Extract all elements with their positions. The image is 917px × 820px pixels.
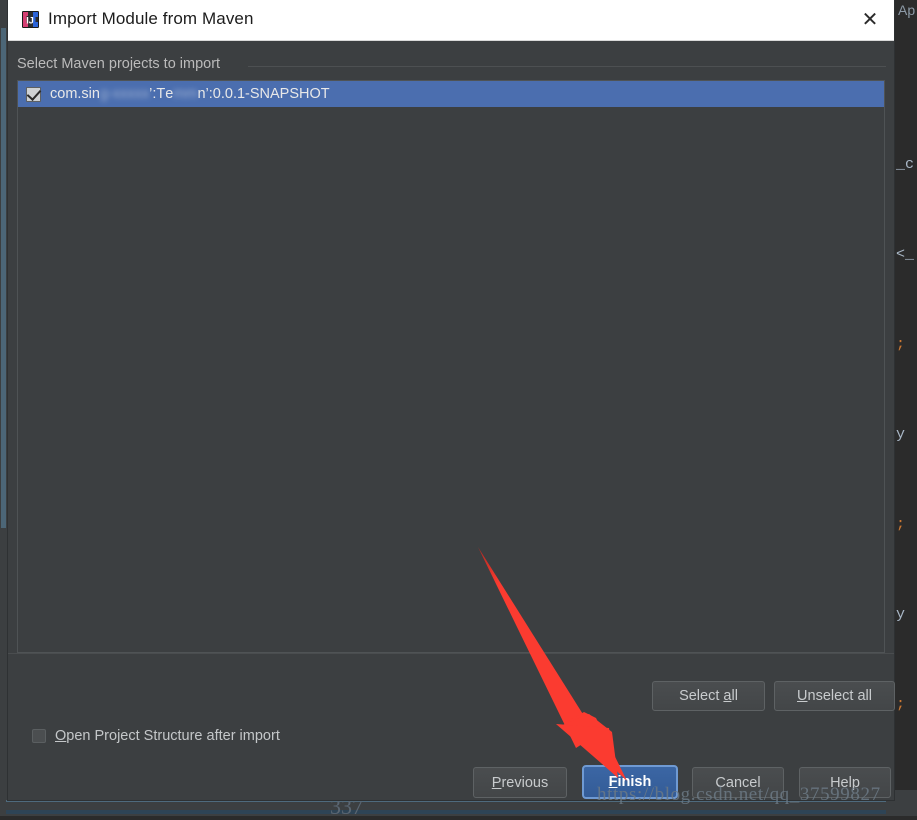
- ide-code-editor[interactable]: _c <_ ; y ; y ; k_ ch ch re: [894, 0, 917, 816]
- select-all-label: Select all: [679, 688, 738, 704]
- cancel-button[interactable]: Cancel: [692, 767, 784, 798]
- close-icon[interactable]: ✕: [846, 0, 894, 39]
- ide-tab-label: Ap: [898, 2, 916, 18]
- project-artifact-prefix: ’:Tе: [149, 86, 174, 102]
- section-separator: [248, 66, 886, 67]
- project-group-prefix: com.sin: [50, 86, 100, 102]
- open-project-structure-label: Open Project Structure after import: [55, 728, 280, 744]
- project-coordinates: com.sing-xxxxx’:Tеmmn’:0.0.1-SNAPSHOT: [50, 86, 330, 102]
- footer-separator: [8, 653, 894, 654]
- checkmark-icon: [26, 85, 42, 101]
- project-artifact-suffix: n’: [197, 86, 209, 102]
- ide-left-accent-bar: [1, 28, 6, 528]
- list-item[interactable]: com.sing-xxxxx’:Tеmmn’:0.0.1-SNAPSHOT: [18, 81, 884, 107]
- ide-statusbar-line: [6, 800, 886, 802]
- dialog-titlebar: IJ Import Module from Maven ✕: [8, 0, 894, 41]
- code-line: ;: [896, 336, 906, 353]
- open-project-structure-checkbox[interactable]: [32, 729, 46, 743]
- maven-projects-list[interactable]: com.sing-xxxxx’:Tеmmn’:0.0.1-SNAPSHOT: [17, 80, 885, 653]
- code-line: ;: [896, 696, 906, 713]
- previous-button[interactable]: Previous: [473, 767, 567, 798]
- project-redacted-segment-1: g-xxxxx: [100, 86, 149, 102]
- code-line: _c: [896, 156, 915, 173]
- finish-button[interactable]: Finish: [582, 765, 678, 799]
- code-line: <_: [896, 246, 915, 263]
- dialog-title: Import Module from Maven: [48, 9, 254, 28]
- unselect-all-label: Unselect all: [797, 688, 872, 704]
- cancel-label: Cancel: [715, 774, 761, 791]
- help-button[interactable]: Help: [799, 767, 891, 798]
- unselect-all-button[interactable]: Unselect all: [774, 681, 895, 711]
- import-module-dialog: IJ Import Module from Maven ✕ Select Mav…: [8, 0, 895, 800]
- finish-label: Finish: [608, 774, 652, 790]
- previous-label: Previous: [491, 774, 549, 791]
- project-version: :0.0.1-SNAPSHOT: [208, 86, 330, 102]
- svg-text:IJ: IJ: [26, 16, 34, 26]
- ide-left-toolwindow-strip: [0, 0, 8, 816]
- select-all-button[interactable]: Select all: [652, 681, 765, 711]
- project-redacted-segment-2: mm: [173, 86, 197, 102]
- section-label: Select Maven projects to import: [17, 56, 221, 72]
- project-checkbox[interactable]: [26, 85, 42, 102]
- code-line: ;: [896, 516, 906, 533]
- help-label: Help: [830, 774, 860, 791]
- code-line: y: [896, 426, 906, 443]
- code-line: y: [896, 606, 906, 623]
- ide-statusbar-line-secondary: [6, 810, 886, 814]
- open-project-structure-option[interactable]: Open Project Structure after import: [32, 728, 280, 744]
- intellij-idea-icon: IJ: [22, 11, 39, 28]
